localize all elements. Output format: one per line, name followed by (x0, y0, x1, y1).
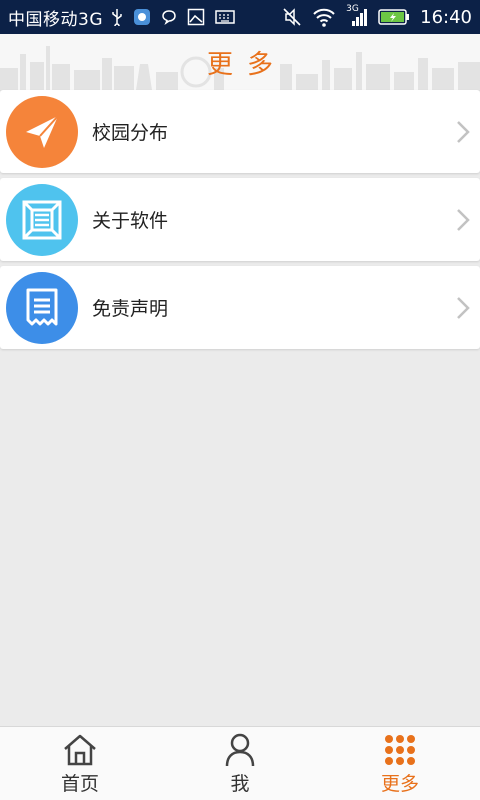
menu-item-label: 免责声明 (92, 298, 169, 320)
menu-item-disclaimer[interactable]: 免责声明 (0, 266, 480, 349)
keyboard-icon (215, 10, 235, 24)
menu-item-label: 关于软件 (92, 210, 169, 232)
document-icon (6, 271, 78, 344)
tab-label: 更多 (380, 773, 419, 795)
chevron-right-icon (457, 208, 470, 231)
tab-home[interactable]: 首页 (0, 727, 160, 800)
menu-item-about-software[interactable]: 关于软件 (0, 178, 480, 261)
app-notification-icon (134, 9, 150, 25)
chevron-right-icon (457, 120, 470, 143)
wifi-icon (313, 8, 335, 27)
bottom-tab-bar: 首页 我 更多 (0, 726, 480, 800)
tab-label: 首页 (60, 773, 99, 795)
status-right: 3G 16:40 (282, 4, 472, 28)
tab-label: 我 (230, 773, 250, 795)
signal-bars-icon (352, 9, 368, 26)
image-icon (187, 8, 205, 26)
tab-more[interactable]: 更多 (320, 727, 480, 800)
carrier-label: 中国移动3G (8, 9, 103, 30)
person-icon (225, 733, 255, 767)
status-bar: 中国移动3G 3G 16:40 (0, 0, 480, 34)
frame-icon (6, 183, 78, 256)
clock: 16:40 (420, 6, 472, 28)
home-icon (64, 734, 96, 766)
tab-me[interactable]: 我 (160, 727, 320, 800)
menu-item-campus-distribution[interactable]: 校园分布 (0, 90, 480, 173)
page-title: 更多 (206, 50, 287, 80)
grid-dots-icon (385, 735, 415, 765)
menu-item-label: 校园分布 (92, 122, 169, 144)
signal-indicator: 3G (346, 4, 368, 28)
chevron-right-icon (457, 296, 470, 319)
paper-plane-icon (6, 95, 78, 168)
mute-icon (283, 8, 301, 26)
notification-icons (111, 8, 235, 26)
page-header: 更多 (0, 34, 480, 91)
usb-icon (112, 9, 122, 26)
chat-bubble-icon (162, 10, 176, 25)
battery-charging-icon (378, 9, 410, 25)
